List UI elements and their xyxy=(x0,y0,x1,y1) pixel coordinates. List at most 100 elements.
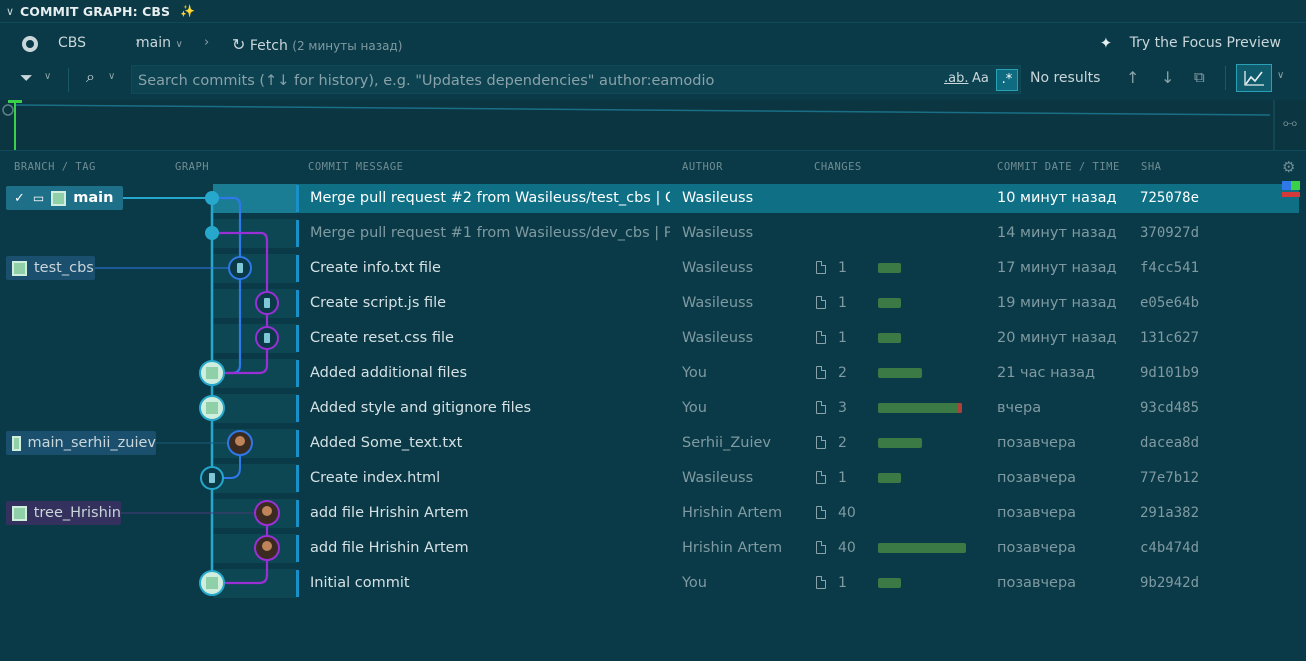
header-toolbar: CBS › main ∨ › ↻ Fetch (2 минуты назад) … xyxy=(0,26,1306,62)
column-date[interactable]: COMMIT DATE / TIME xyxy=(997,161,1120,173)
commit-message: Create index.html xyxy=(310,470,441,486)
commit-message: Create info.txt file xyxy=(310,260,441,276)
commit-sha[interactable]: 93cd485 xyxy=(1140,400,1230,416)
commit-date: позавчера xyxy=(997,575,1077,591)
changes-bar xyxy=(878,368,922,378)
branch-tag[interactable]: ✓ ▭ main xyxy=(6,186,123,210)
column-message[interactable]: COMMIT MESSAGE xyxy=(308,161,404,173)
branch-name: test_cbs xyxy=(34,260,94,276)
commit-sha[interactable]: f4cc541 xyxy=(1140,260,1230,276)
changes-bar xyxy=(878,578,901,588)
chevron-down-icon: ∨ xyxy=(175,39,183,50)
focus-label: Try the Focus Preview xyxy=(1129,35,1281,51)
column-graph[interactable]: GRAPH xyxy=(175,161,209,173)
divider xyxy=(68,68,69,92)
regex-toggle[interactable]: .* xyxy=(996,69,1018,91)
avatar-icon xyxy=(262,541,272,551)
avatar xyxy=(12,260,27,276)
commit-author: Wasileuss xyxy=(682,295,754,311)
focus-preview-link[interactable]: ✦ Try the Focus Preview xyxy=(1100,34,1281,52)
refresh-icon: ↻ xyxy=(232,35,246,54)
branch-breadcrumb[interactable]: main ∨ xyxy=(136,35,183,51)
chevron-down-icon[interactable]: ∨ xyxy=(44,71,51,82)
arrow-up-icon[interactable]: ↑ xyxy=(1126,68,1139,87)
changed-files-count: 1 xyxy=(838,470,847,486)
commit-author: Hrishin Artem xyxy=(682,505,783,521)
minimap-toggle-button[interactable] xyxy=(1236,64,1272,92)
branch-tag[interactable]: tree_Hrishin xyxy=(6,501,121,525)
avatar-icon xyxy=(206,402,218,414)
commit-sha[interactable]: 291a382 xyxy=(1140,505,1230,521)
commit-node xyxy=(205,191,219,205)
sparkle-icon: ✦ xyxy=(1099,34,1113,52)
fetch-button[interactable]: ↻ Fetch (2 минуты назад) xyxy=(232,35,402,54)
file-icon xyxy=(816,366,826,379)
commit-date: 19 минут назад xyxy=(997,295,1117,311)
commit-sha[interactable]: c4b474d xyxy=(1140,540,1230,556)
commit-date: 20 минут назад xyxy=(997,330,1117,346)
chevron-down-icon[interactable]: ∨ xyxy=(0,5,20,18)
commit-author: Wasileuss xyxy=(682,225,754,241)
match-whole-word-toggle[interactable]: .ab. xyxy=(944,71,968,86)
repo-breadcrumb[interactable]: CBS xyxy=(58,35,86,51)
avatar xyxy=(12,505,27,521)
commit-minimap[interactable]: ⧟ xyxy=(0,100,1306,151)
column-sha[interactable]: SHA xyxy=(1141,161,1161,173)
file-icon xyxy=(816,506,826,519)
deletions-bar xyxy=(957,403,962,413)
commit-date: 10 минут назад xyxy=(997,190,1117,206)
github-icon[interactable] xyxy=(22,36,38,52)
chevron-down-icon[interactable]: ∨ xyxy=(108,71,115,82)
commit-sha[interactable]: 370927d xyxy=(1140,225,1230,241)
monitor-icon: ▭ xyxy=(32,191,45,205)
commit-author: Wasileuss xyxy=(682,330,754,346)
commit-sha[interactable]: 77e7b12 xyxy=(1140,470,1230,486)
avatar xyxy=(12,435,21,451)
commit-author: You xyxy=(682,365,707,381)
commit-author: Hrishin Artem xyxy=(682,540,783,556)
changes-bar xyxy=(878,543,966,553)
avatar-icon xyxy=(264,298,270,308)
commit-message: Initial commit xyxy=(310,575,410,591)
branch-tag[interactable]: test_cbs xyxy=(6,256,95,280)
chevron-right-icon: › xyxy=(204,35,210,50)
commit-sha[interactable]: 9d101b9 xyxy=(1140,365,1230,381)
open-external-icon[interactable]: ⧉ xyxy=(1194,68,1205,86)
settings-gear-icon[interactable]: ⚙ xyxy=(1282,158,1295,176)
changes-bar xyxy=(878,298,901,308)
arrow-down-icon[interactable]: ↓ xyxy=(1161,68,1174,87)
column-branch[interactable]: BRANCH / TAG xyxy=(14,161,96,173)
commit-date: позавчера xyxy=(997,470,1077,486)
commit-sha[interactable]: 131c627 xyxy=(1140,330,1230,346)
branch-tag[interactable]: main_serhii_zuiev xyxy=(6,431,156,455)
commit-icon[interactable]: ⧟ xyxy=(1283,115,1297,131)
commit-date: вчера xyxy=(997,400,1042,416)
changes-bar xyxy=(878,473,901,483)
sparkle-icon: ✨ xyxy=(180,4,196,18)
search-mode-icon[interactable]: ⌕ xyxy=(86,67,95,87)
match-case-toggle[interactable]: Aa xyxy=(972,71,989,86)
filter-icon[interactable]: ⏷ xyxy=(20,68,33,88)
commit-message: Added style and gitignore files xyxy=(310,400,532,416)
changed-files-count: 1 xyxy=(838,260,847,276)
changed-files-count: 40 xyxy=(838,540,856,556)
divider xyxy=(1225,66,1226,90)
avatar-icon xyxy=(235,436,245,446)
changed-files-count: 2 xyxy=(838,435,847,451)
commit-sha[interactable]: e05e64b xyxy=(1140,295,1230,311)
commit-date: 17 минут назад xyxy=(997,260,1117,276)
commit-date: 21 час назад xyxy=(997,365,1096,381)
column-author[interactable]: AUTHOR xyxy=(682,161,723,173)
search-input[interactable] xyxy=(136,69,930,93)
column-changes[interactable]: CHANGES xyxy=(814,161,862,173)
commit-date: позавчера xyxy=(997,540,1077,556)
check-icon: ✓ xyxy=(14,190,25,206)
commit-sha[interactable]: 9b2942d xyxy=(1140,575,1230,591)
changed-files-count: 3 xyxy=(838,400,847,416)
avatar-icon xyxy=(209,473,215,483)
commit-date: позавчера xyxy=(997,505,1077,521)
panel-header[interactable]: ∨ COMMIT GRAPH: CBS ✨ xyxy=(0,0,1306,23)
commit-sha[interactable]: 725078e xyxy=(1140,190,1230,206)
chevron-down-icon[interactable]: ∨ xyxy=(1277,70,1284,81)
commit-sha[interactable]: dacea8d xyxy=(1140,435,1230,451)
